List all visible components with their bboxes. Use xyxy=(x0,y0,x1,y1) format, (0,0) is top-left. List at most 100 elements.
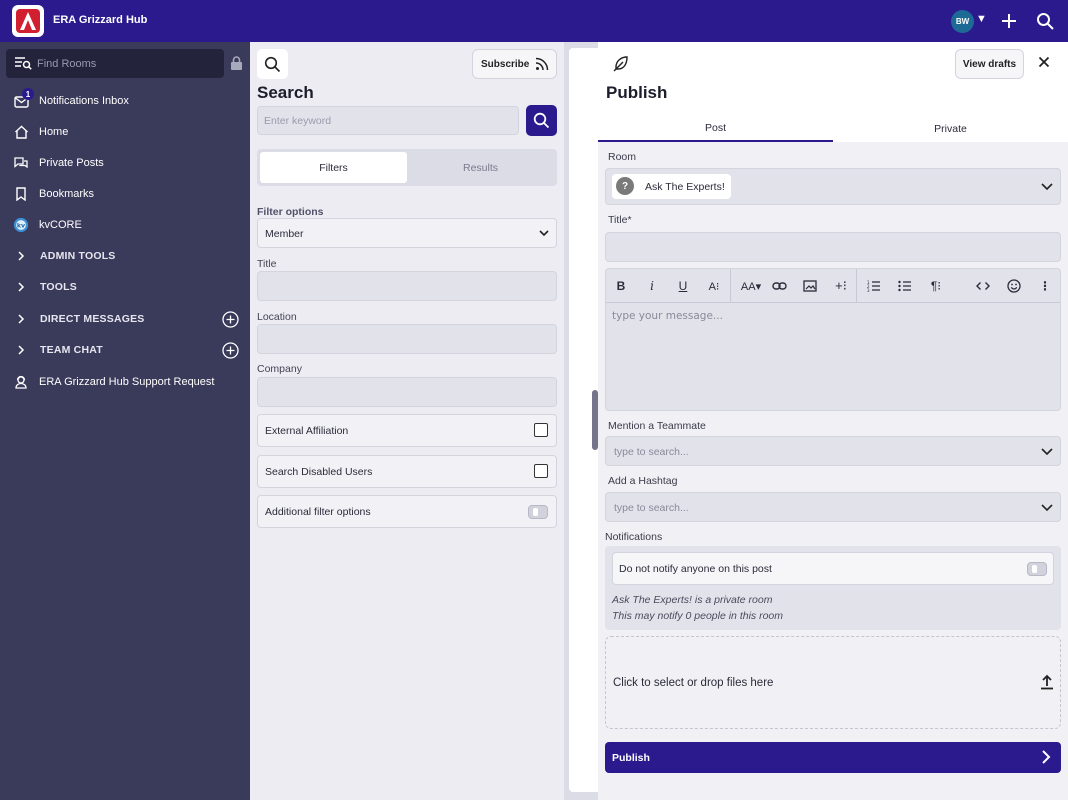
sidebar-item-notifications-inbox[interactable]: 1 Notifications Inbox xyxy=(0,87,250,115)
filter-select-value: Member xyxy=(265,228,304,240)
room-search-icon xyxy=(14,55,32,74)
sidebar-item-direct-messages[interactable]: DIRECT MESSAGES xyxy=(0,305,250,333)
bullet-list-icon[interactable] xyxy=(894,276,916,296)
search-disabled-users-row[interactable]: Search Disabled Users xyxy=(257,455,557,488)
bookmark-icon xyxy=(13,186,29,202)
insert-icon[interactable]: +⁝ xyxy=(830,276,852,296)
sidebar-item-home[interactable]: Home xyxy=(0,118,250,146)
external-affiliation-row[interactable]: External Affiliation xyxy=(257,414,557,447)
plus-icon[interactable] xyxy=(998,10,1020,32)
additional-filter-toggle[interactable] xyxy=(528,505,548,519)
svg-text:kv: kv xyxy=(17,223,25,230)
sidebar-item-label: DIRECT MESSAGES xyxy=(40,313,145,325)
external-affiliation-label: External Affiliation xyxy=(265,425,349,437)
subscribe-button[interactable]: Subscribe xyxy=(472,49,557,79)
feather-icon xyxy=(612,55,630,76)
sidebar-item-label: ADMIN TOOLS xyxy=(40,250,116,262)
text-style-icon[interactable]: A⁝ xyxy=(703,276,725,296)
sidebar-item-bookmarks[interactable]: Bookmarks xyxy=(0,180,250,208)
sidebar-item-private-posts[interactable]: Private Posts xyxy=(0,149,250,177)
mention-teammate-field[interactable] xyxy=(605,436,1061,466)
chevron-down-icon xyxy=(1040,500,1054,517)
tab-filters[interactable]: Filters xyxy=(260,152,407,183)
tab-results[interactable]: Results xyxy=(407,152,554,183)
underline-icon[interactable]: U xyxy=(672,276,694,296)
chevron-down-icon xyxy=(538,227,550,242)
lock-icon[interactable] xyxy=(230,56,243,73)
chevron-down-icon xyxy=(1040,179,1054,196)
close-icon[interactable] xyxy=(1038,56,1050,71)
toolbar-divider xyxy=(856,269,857,303)
publish-header: View drafts Publish Post Private xyxy=(598,42,1068,142)
keyword-input[interactable] xyxy=(258,107,518,134)
add-team-chat-icon[interactable] xyxy=(222,342,239,362)
hashtag-field[interactable] xyxy=(605,492,1061,522)
upload-icon xyxy=(1040,674,1054,693)
search-tabs: Filters Results xyxy=(257,149,557,186)
image-icon[interactable] xyxy=(799,276,821,296)
sidebar-item-tools[interactable]: TOOLS xyxy=(0,273,250,301)
paragraph-icon[interactable]: ¶⁝ xyxy=(925,276,947,296)
link-icon[interactable] xyxy=(768,276,790,296)
chevron-right-icon xyxy=(13,342,29,358)
room-label: Room xyxy=(608,151,637,163)
toolbar-divider xyxy=(730,269,731,303)
sidebar-item-team-chat[interactable]: TEAM CHAT xyxy=(0,336,250,364)
additional-filter-options-row[interactable]: Additional filter options xyxy=(257,495,557,528)
search-toggle-button[interactable] xyxy=(257,49,288,79)
notifications-label: Notifications xyxy=(605,531,663,543)
code-icon[interactable] xyxy=(972,276,994,296)
company-input[interactable] xyxy=(257,377,557,407)
support-person-icon xyxy=(13,374,29,390)
add-direct-message-icon[interactable] xyxy=(222,311,239,331)
title-input[interactable] xyxy=(257,271,557,301)
tab-private[interactable]: Private xyxy=(833,116,1068,142)
sidebar-item-label: Private Posts xyxy=(39,157,104,169)
top-bar: ERA Grizzard Hub BW ▼ xyxy=(0,0,1068,42)
find-rooms-field[interactable] xyxy=(6,49,224,78)
sidebar-item-support-request[interactable]: ERA Grizzard Hub Support Request xyxy=(0,368,250,396)
file-dropzone[interactable]: Click to select or drop files here xyxy=(605,636,1061,729)
publish-panel: View drafts Publish Post Private Room ? … xyxy=(598,42,1068,800)
tab-post[interactable]: Post xyxy=(598,116,833,142)
svg-text:3: 3 xyxy=(867,288,870,292)
sidebar-item-admin-tools[interactable]: ADMIN TOOLS xyxy=(0,242,250,270)
mention-teammate-input[interactable] xyxy=(614,445,1014,459)
post-title-input[interactable] xyxy=(605,232,1061,262)
search-icon[interactable] xyxy=(1034,10,1056,32)
keyword-field[interactable] xyxy=(257,106,519,135)
emoji-icon[interactable] xyxy=(1003,276,1025,296)
caret-down-icon[interactable]: ▼ xyxy=(976,13,987,25)
page-title: Search xyxy=(257,83,314,102)
filter-select[interactable]: Member xyxy=(257,218,557,248)
room-chip[interactable]: ? Ask The Experts! xyxy=(612,174,731,199)
view-drafts-button[interactable]: View drafts xyxy=(955,49,1024,79)
italic-icon[interactable]: i xyxy=(641,276,663,296)
message-textarea[interactable] xyxy=(606,304,1060,410)
search-submit-button[interactable] xyxy=(526,105,557,136)
sidebar-item-label: Bookmarks xyxy=(39,188,95,200)
additional-filter-options-label: Additional filter options xyxy=(265,506,371,518)
publish-button[interactable]: Publish xyxy=(605,742,1061,773)
search-icon xyxy=(264,56,281,72)
search-disabled-users-checkbox[interactable] xyxy=(534,464,548,478)
location-input[interactable] xyxy=(257,324,557,354)
do-not-notify-toggle[interactable] xyxy=(1027,562,1047,576)
external-affiliation-checkbox[interactable] xyxy=(534,423,548,437)
more-options-icon[interactable]: ⋮ xyxy=(1034,276,1056,296)
find-rooms-input[interactable] xyxy=(37,55,217,72)
sidebar-item-label: Notifications Inbox xyxy=(39,95,129,107)
kvcore-logo-icon: kv xyxy=(13,217,29,233)
bold-icon[interactable]: B xyxy=(610,276,632,296)
do-not-notify-row[interactable]: Do not notify anyone on this post xyxy=(612,552,1054,585)
hashtag-input[interactable] xyxy=(614,501,1014,515)
notify-count-note: This may notify 0 people in this room xyxy=(612,610,783,622)
sidebar-item-kvcore[interactable]: kv kvCORE xyxy=(0,211,250,239)
font-size-icon[interactable]: AA▾ xyxy=(738,276,764,296)
avatar[interactable]: BW xyxy=(951,10,974,33)
room-select[interactable]: ? Ask The Experts! xyxy=(605,168,1061,205)
publish-title: Publish xyxy=(606,83,668,102)
ordered-list-icon[interactable]: 123 xyxy=(863,276,885,296)
app-logo[interactable] xyxy=(12,5,44,37)
hashtag-label: Add a Hashtag xyxy=(608,475,678,487)
